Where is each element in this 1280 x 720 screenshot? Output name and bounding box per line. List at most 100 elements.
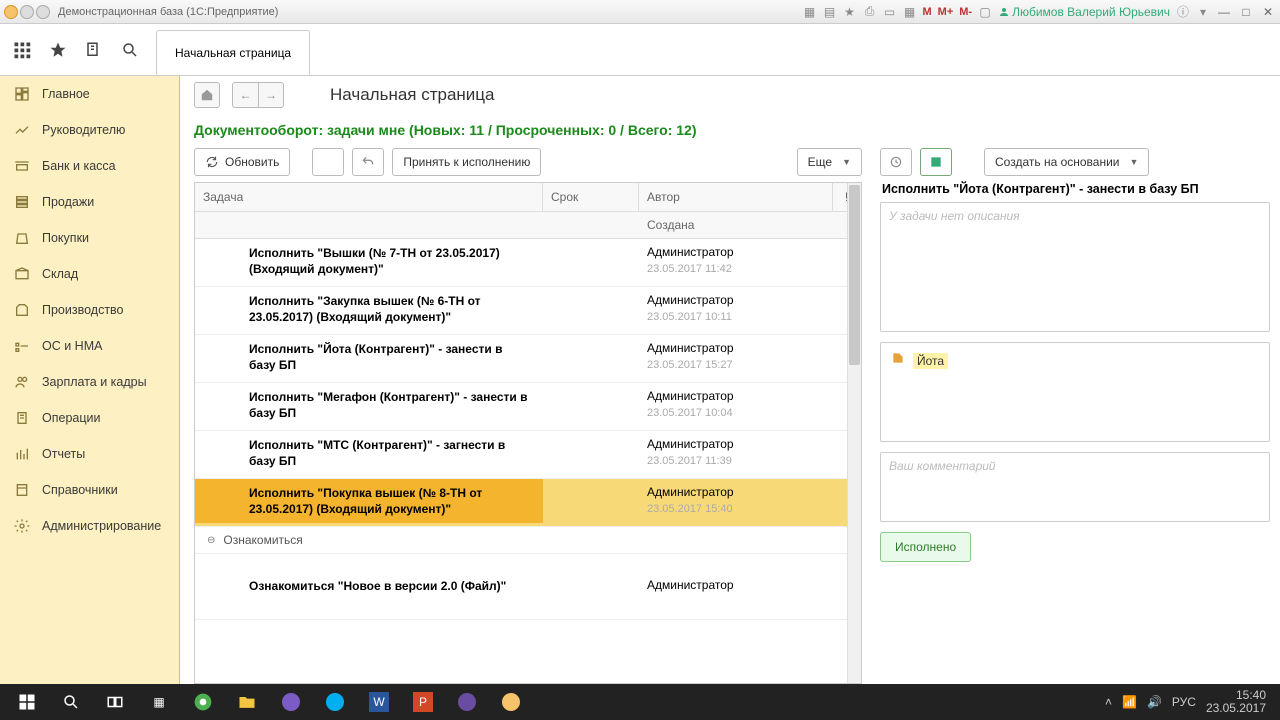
col-author[interactable]: Автор xyxy=(639,183,833,212)
sidebar-item-7[interactable]: ОС и НМА xyxy=(0,328,179,364)
sidebar-item-9[interactable]: Операции xyxy=(0,400,179,436)
sidebar-icon xyxy=(14,230,30,246)
task-row[interactable]: Ознакомиться "Новое в версии 2.0 (Файл)"… xyxy=(195,572,861,620)
sidebar-item-1[interactable]: Руководителю xyxy=(0,112,179,148)
reply-task-button[interactable] xyxy=(352,148,384,176)
tab-home[interactable]: Начальная страница xyxy=(156,30,310,75)
sidebar-item-8[interactable]: Зарплата и кадры xyxy=(0,364,179,400)
task-row[interactable]: Исполнить "Покупка вышек (№ 8-ТН от 23.0… xyxy=(195,479,861,527)
chrome-app[interactable] xyxy=(182,687,224,717)
task-detail-title: Исполнить "Йота (Контрагент)" - занести … xyxy=(880,182,1270,196)
window-icon[interactable]: ▢ xyxy=(978,5,992,19)
forward-button[interactable]: → xyxy=(258,82,284,108)
grid2-icon[interactable]: ▦ xyxy=(903,5,917,19)
sidebar-item-2[interactable]: Банк и касса xyxy=(0,148,179,184)
user-label[interactable]: Любимов Валерий Юрьевич xyxy=(998,5,1170,19)
accept-button[interactable]: Принять к исполнению xyxy=(392,148,541,176)
task-group[interactable]: ⊖Ознакомиться xyxy=(195,527,861,554)
search-button[interactable] xyxy=(114,34,146,66)
sidebar-icon xyxy=(14,158,30,174)
home-button[interactable] xyxy=(194,82,220,108)
sidebar-item-11[interactable]: Справочники xyxy=(0,472,179,508)
m-button[interactable]: M xyxy=(923,6,932,18)
tray-clock[interactable]: 15:4023.05.2017 xyxy=(1206,689,1266,715)
sidebar-icon xyxy=(14,266,30,282)
table-scrollbar[interactable] xyxy=(847,183,861,683)
sidebar-icon xyxy=(14,302,30,318)
sidebar-icon xyxy=(14,374,30,390)
sidebar-icon xyxy=(14,338,30,354)
task-row[interactable]: Исполнить "Йота (Контрагент)" - занести … xyxy=(195,335,861,383)
forward-task-button[interactable] xyxy=(312,148,344,176)
minimize-button[interactable]: — xyxy=(1216,5,1232,19)
svg-text:P: P xyxy=(419,695,427,709)
skype-app[interactable] xyxy=(314,687,356,717)
dropdown-icon[interactable]: ▾ xyxy=(1196,5,1210,19)
sidebar-item-12[interactable]: Администрирование xyxy=(0,508,179,544)
sidebar-icon xyxy=(14,482,30,498)
col-task[interactable]: Задача xyxy=(195,183,543,212)
task-row[interactable]: Исполнить "МТС (Контрагент)" - загнести … xyxy=(195,431,861,479)
refresh-button[interactable]: Обновить xyxy=(194,148,290,176)
task-attachments: Йота xyxy=(880,342,1270,442)
powerpoint-app[interactable]: P xyxy=(402,687,444,717)
done-button[interactable]: Исполнено xyxy=(880,532,971,562)
bookmark-icon[interactable]: ⎙ xyxy=(863,5,877,19)
panel-icon[interactable]: ▤ xyxy=(823,5,837,19)
tray-network-icon[interactable]: 📶 xyxy=(1122,695,1137,709)
page-title: Начальная страница xyxy=(330,85,495,105)
task-view[interactable] xyxy=(94,687,136,717)
create-based-button[interactable]: Создать на основании▼ xyxy=(984,148,1149,176)
star-icon[interactable]: ★ xyxy=(843,5,857,19)
search-taskbar[interactable] xyxy=(50,687,92,717)
col-created[interactable]: Создана xyxy=(639,212,833,239)
sidebar-item-3[interactable]: Продажи xyxy=(0,184,179,220)
apps-button[interactable] xyxy=(6,34,38,66)
maximize-button[interactable]: □ xyxy=(1238,5,1254,19)
app-1[interactable] xyxy=(270,687,312,717)
mplus-button[interactable]: M+ xyxy=(938,6,954,18)
collapse-icon: ⊖ xyxy=(207,535,215,546)
svg-text:W: W xyxy=(373,695,385,709)
history-button[interactable] xyxy=(78,34,110,66)
calc-app[interactable]: ▦ xyxy=(138,687,180,717)
export-task-button[interactable] xyxy=(920,148,952,176)
task-row[interactable]: Исполнить "Мегафон (Контрагент)" - занес… xyxy=(195,383,861,431)
col-due[interactable]: Срок xyxy=(543,183,639,212)
task-row[interactable]: Исполнить "Закупка вышек (№ 6-ТН от 23.0… xyxy=(195,287,861,335)
tray-volume-icon[interactable]: 🔊 xyxy=(1147,695,1162,709)
back-button[interactable]: ← xyxy=(232,82,258,108)
favorites-button[interactable] xyxy=(42,34,74,66)
close-button[interactable]: ✕ xyxy=(1260,5,1276,19)
attachment-link[interactable]: Йота xyxy=(913,353,948,369)
1c-app[interactable] xyxy=(490,687,532,717)
start-button[interactable] xyxy=(6,687,48,717)
nav-fwd-icon[interactable] xyxy=(36,5,50,19)
task-row[interactable]: Исполнить "Вышки (№ 7-ТН от 23.05.2017) … xyxy=(195,239,861,287)
app-2[interactable] xyxy=(446,687,488,717)
sidebar-item-4[interactable]: Покупки xyxy=(0,220,179,256)
sidebar-icon xyxy=(14,446,30,462)
sidebar-item-6[interactable]: Производство xyxy=(0,292,179,328)
sidebar-item-0[interactable]: Главное xyxy=(0,76,179,112)
doc-flow-status: Документооборот: задачи мне (Новых: 11 /… xyxy=(194,122,1270,138)
more-button[interactable]: Еще▼ xyxy=(797,148,862,176)
explorer-app[interactable] xyxy=(226,687,268,717)
sidebar-icon xyxy=(14,122,30,138)
tray-lang[interactable]: РУС xyxy=(1172,695,1196,709)
app-toolstrip: Начальная страница xyxy=(0,24,1280,76)
comment-input[interactable]: Ваш комментарий xyxy=(880,452,1270,522)
grid-icon[interactable]: ▦ xyxy=(803,5,817,19)
tray-up-icon[interactable]: ˄ xyxy=(1105,695,1112,709)
sidebar-item-5[interactable]: Склад xyxy=(0,256,179,292)
nav-back-icon[interactable] xyxy=(20,5,34,19)
word-app[interactable]: W xyxy=(358,687,400,717)
sidebar-icon xyxy=(14,86,30,102)
system-tray[interactable]: ˄ 📶 🔊 РУС 15:4023.05.2017 xyxy=(1105,689,1274,715)
sidebar-icon xyxy=(14,194,30,210)
open-task-button[interactable] xyxy=(880,148,912,176)
info-icon[interactable]: ⓘ xyxy=(1176,5,1190,19)
mminus-button[interactable]: M- xyxy=(959,6,972,18)
calc-icon[interactable]: ▭ xyxy=(883,5,897,19)
sidebar-item-10[interactable]: Отчеты xyxy=(0,436,179,472)
